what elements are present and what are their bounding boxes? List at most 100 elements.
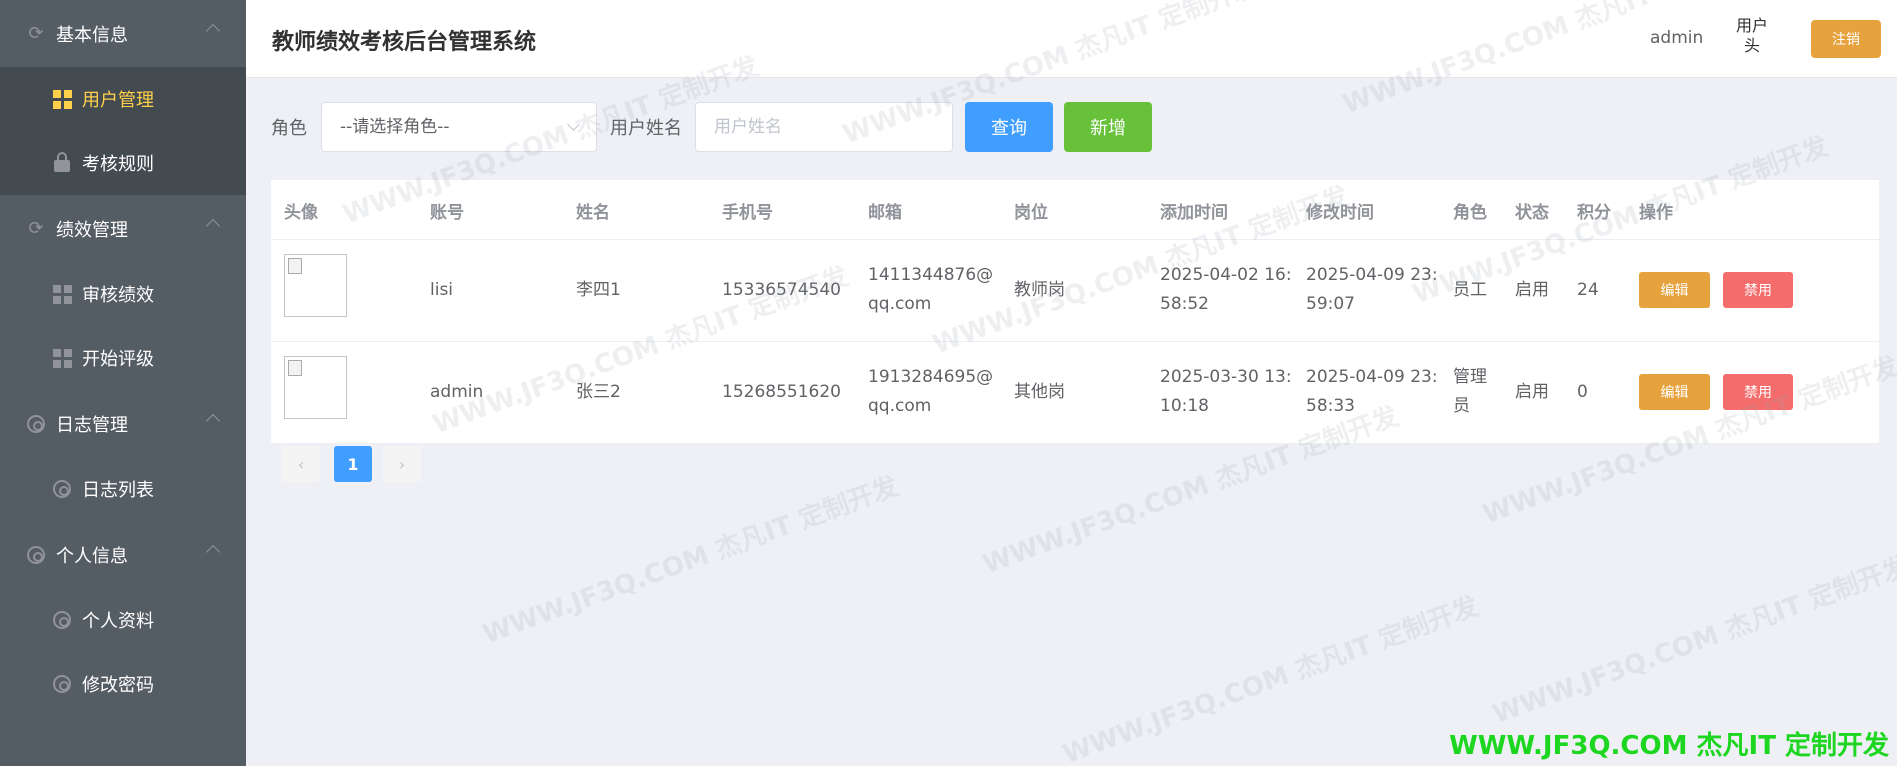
user-table: 头像 账号 姓名 手机号 邮箱 岗位 添加时间 修改时间 角色 状态 积分 操作… — [271, 180, 1879, 444]
cell-role-line: 员工 — [1453, 280, 1487, 300]
menu-group-label: 个人信息 — [56, 545, 128, 567]
gear-icon — [26, 545, 46, 565]
chevron-up-icon — [205, 23, 221, 39]
cell-name: 李四1 — [576, 280, 621, 300]
sidebar-item-review-performance[interactable]: 审核绩效 — [0, 262, 246, 326]
sidebar-item-label: 日志列表 — [82, 480, 154, 501]
pagination-page-1[interactable]: 1 — [334, 446, 372, 482]
cell-role: 员工 — [1453, 276, 1487, 305]
column-header: 姓名 — [576, 203, 610, 223]
cell-time-line: 10:18 — [1160, 396, 1209, 416]
table-row: admin 张三2 15268551620 1913284695@ qq.com… — [271, 342, 1879, 444]
grid-icon — [52, 348, 72, 368]
user-avatar-image — [284, 356, 347, 419]
sidebar-item-label: 用户管理 — [82, 90, 154, 111]
lock-icon — [52, 152, 72, 173]
cell-time-line: 2025-04-02 16: — [1160, 265, 1292, 285]
cell-role: 管理 员 — [1453, 363, 1487, 421]
add-button[interactable]: 新增 — [1064, 102, 1152, 152]
menu-group-personal[interactable]: 个人信息 — [0, 521, 246, 588]
cell-status: 启用 — [1515, 280, 1549, 300]
sidebar-item-change-password[interactable]: 修改密码 — [0, 652, 246, 716]
pagination-prev-button[interactable]: ‹ — [282, 446, 320, 482]
chevron-down-icon — [567, 118, 580, 131]
cell-points: 0 — [1577, 382, 1588, 402]
chevron-up-icon — [205, 544, 221, 560]
cell-email-line: qq.com — [868, 294, 932, 314]
disable-button[interactable]: 禁用 — [1723, 272, 1793, 308]
cell-time-line: 2025-04-09 23: — [1306, 367, 1438, 387]
column-header: 岗位 — [1014, 203, 1048, 223]
logout-button[interactable]: 注销 — [1811, 20, 1881, 58]
cell-time-line: 58:33 — [1306, 396, 1355, 416]
column-header: 添加时间 — [1160, 203, 1228, 223]
chevron-up-icon — [205, 413, 221, 429]
edit-button[interactable]: 编辑 — [1639, 374, 1710, 410]
refresh-icon: ⟳ — [28, 218, 44, 239]
cell-role-line: 员 — [1453, 396, 1470, 416]
sidebar-item-label: 审核绩效 — [82, 285, 154, 306]
cell-email: 1913284695@ qq.com — [868, 363, 993, 421]
cell-email-line: 1913284695@ — [868, 367, 994, 387]
page-title: 教师绩效考核后台管理系统 — [272, 30, 537, 55]
avatar[interactable]: 用户头 — [1730, 16, 1774, 60]
sidebar-item-label: 开始评级 — [82, 349, 154, 370]
gear-icon — [52, 610, 72, 630]
edit-button[interactable]: 编辑 — [1639, 272, 1710, 308]
menu-group-label: 绩效管理 — [56, 219, 128, 241]
name-filter-label: 用户姓名 — [610, 118, 682, 139]
gear-icon — [52, 674, 72, 694]
cell-time-line: 2025-03-30 13: — [1160, 367, 1292, 387]
sidebar-item-profile[interactable]: 个人资料 — [0, 588, 246, 652]
sidebar-item-label: 个人资料 — [82, 611, 154, 632]
cell-time-line: 2025-04-09 23: — [1306, 265, 1438, 285]
disable-button[interactable]: 禁用 — [1723, 374, 1793, 410]
cell-modified-time: 2025-04-09 23: 59:07 — [1306, 261, 1438, 319]
cell-added-time: 2025-03-30 13: 10:18 — [1160, 363, 1292, 421]
cell-post: 其他岗 — [1014, 382, 1065, 402]
menu-group-label: 日志管理 — [56, 414, 128, 436]
menu-group-label: 基本信息 — [56, 24, 128, 46]
cell-phone: 15336574540 — [722, 280, 841, 300]
watermark: WWW.JF3Q.COM 杰凡IT 定制开发 — [478, 471, 903, 651]
cell-account: admin — [430, 382, 484, 402]
cell-name: 张三2 — [576, 382, 621, 402]
menu-group-performance[interactable]: ⟳ 绩效管理 — [0, 195, 246, 262]
menu-group-basic-info[interactable]: ⟳ 基本信息 — [0, 0, 246, 67]
sidebar-item-log-list[interactable]: 日志列表 — [0, 457, 246, 521]
menu-group-logs[interactable]: 日志管理 — [0, 390, 246, 457]
gear-icon — [26, 414, 46, 434]
top-header: 教师绩效考核后台管理系统 admin 用户头 注销 — [246, 0, 1897, 78]
sidebar-item-label: 考核规则 — [82, 154, 154, 175]
watermark: WWW.JF3Q.COM 杰凡IT 定制开发 — [1488, 551, 1897, 731]
watermark-corner: WWW.JF3Q.COM 杰凡IT 定制开发 — [1449, 731, 1889, 761]
column-header: 修改时间 — [1306, 203, 1374, 223]
cell-time-line: 59:07 — [1306, 294, 1355, 314]
cell-modified-time: 2025-04-09 23: 58:33 — [1306, 363, 1438, 421]
current-username: admin — [1650, 28, 1704, 48]
pagination-next-button[interactable]: › — [383, 446, 421, 482]
role-select[interactable]: --请选择角色-- — [321, 102, 597, 152]
cell-account: lisi — [430, 280, 454, 300]
cell-points: 24 — [1577, 280, 1599, 300]
query-button[interactable]: 查询 — [965, 102, 1053, 152]
column-header: 角色 — [1453, 203, 1487, 223]
cell-added-time: 2025-04-02 16: 58:52 — [1160, 261, 1292, 319]
grid-icon — [52, 89, 72, 109]
column-header: 手机号 — [722, 203, 773, 223]
cell-phone: 15268551620 — [722, 382, 841, 402]
watermark: WWW.JF3Q.COM 杰凡IT 定制开发 — [1058, 591, 1483, 766]
grid-icon — [52, 284, 72, 304]
table-row: lisi 李四1 15336574540 1411344876@ qq.com … — [271, 240, 1879, 342]
sidebar-item-start-rating[interactable]: 开始评级 — [0, 326, 246, 390]
user-avatar-image — [284, 254, 347, 317]
cell-time-line: 58:52 — [1160, 294, 1209, 314]
table-header-row: 头像 账号 姓名 手机号 邮箱 岗位 添加时间 修改时间 角色 状态 积分 操作 — [271, 180, 1879, 240]
sidebar-item-assessment-rules[interactable]: 考核规则 — [0, 131, 246, 195]
role-filter-label: 角色 — [271, 118, 307, 139]
column-header: 状态 — [1515, 203, 1549, 223]
cell-email-line: 1411344876@ — [868, 265, 994, 285]
sidebar-item-label: 修改密码 — [82, 675, 154, 696]
name-search-input[interactable] — [695, 102, 953, 152]
sidebar-item-user-management[interactable]: 用户管理 — [0, 67, 246, 131]
